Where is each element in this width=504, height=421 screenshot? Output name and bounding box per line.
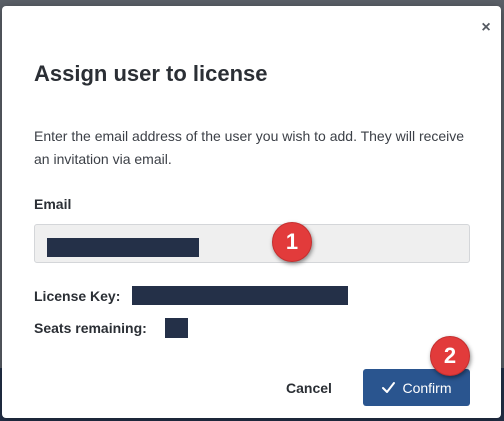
- step-marker-1: 1: [272, 222, 312, 262]
- check-icon: [381, 380, 396, 395]
- email-label: Email: [34, 196, 72, 212]
- seats-remaining-value-redacted: [165, 318, 188, 338]
- license-key-value-redacted: [132, 286, 348, 305]
- email-value-redacted: [47, 238, 199, 257]
- close-icon[interactable]: ×: [481, 19, 490, 37]
- license-key-label: License Key:: [34, 288, 121, 304]
- close-button[interactable]: ×: [476, 18, 496, 38]
- confirm-label: Confirm: [402, 379, 452, 396]
- assign-user-dialog: × Assign user to license Enter the email…: [2, 6, 501, 418]
- email-field[interactable]: [34, 224, 470, 263]
- seats-remaining-label: Seats remaining:: [34, 320, 147, 336]
- cancel-button[interactable]: Cancel: [270, 370, 348, 406]
- step-marker-2: 2: [430, 336, 470, 376]
- dialog-description: Enter the email address of the user you …: [34, 128, 465, 167]
- dialog-title: Assign user to license: [34, 61, 268, 86]
